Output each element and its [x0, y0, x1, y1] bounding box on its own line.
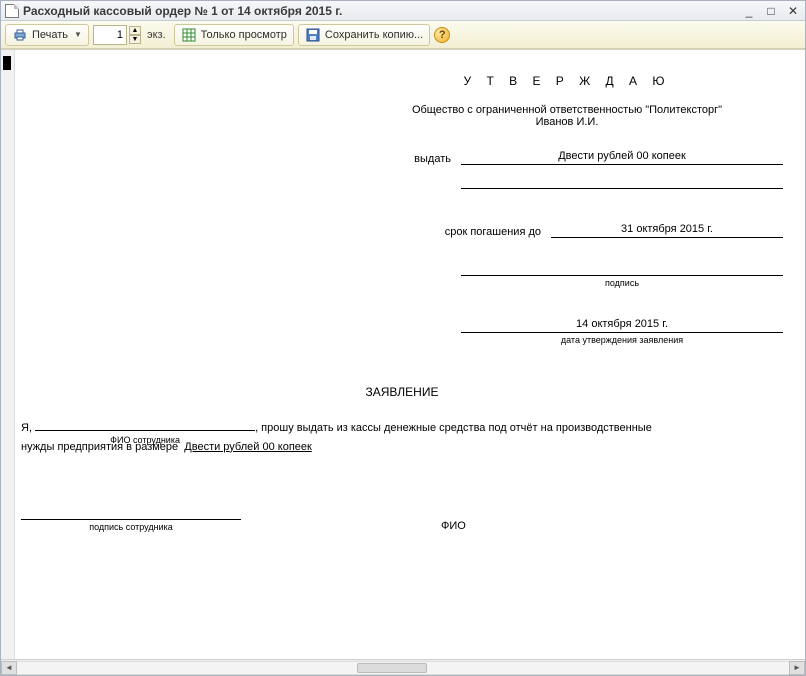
employee-signature-line: [21, 506, 241, 520]
body-prefix: Я,: [21, 422, 32, 434]
employee-signature-row: подпись сотрудника ФИО: [21, 506, 783, 532]
approval-block: У Т В Е Р Ж Д А Ю Общество с ограниченно…: [351, 74, 783, 345]
copies-stepper: ▲ ▼ экз.: [93, 25, 170, 45]
copies-unit: экз.: [143, 29, 170, 41]
approval-date: 14 октября 2015 г.: [461, 318, 783, 333]
issue-amount: Двести рублей 00 копеек: [461, 150, 783, 165]
help-button[interactable]: ?: [434, 27, 450, 43]
employee-fio-blank: ФИО сотрудника: [35, 419, 255, 431]
body-middle: , прошу выдать из кассы денежные средств…: [255, 422, 652, 434]
scroll-left-button[interactable]: ◄: [1, 661, 17, 675]
dropdown-arrow-icon: ▼: [74, 30, 82, 39]
issue-blank-line: [461, 175, 783, 189]
employee-fio-hint: ФИО сотрудника: [35, 433, 255, 448]
statement-body: Я, ФИО сотрудника , прошу выдать из касс…: [21, 419, 783, 456]
approval-date-hint: дата утверждения заявления: [461, 335, 783, 345]
organization-line-2: Иванов И.И.: [351, 116, 783, 128]
employee-signature-blank: подпись сотрудника: [21, 506, 241, 532]
window-title: Расходный кассовый ордер № 1 от 14 октяб…: [23, 4, 737, 18]
save-icon: [305, 27, 321, 43]
scroll-thumb[interactable]: [357, 663, 427, 673]
signature-block: подпись: [461, 262, 783, 288]
issue-row-2: [351, 175, 783, 189]
horizontal-scrollbar[interactable]: ◄ ►: [1, 659, 805, 675]
toolbar: Печать ▼ ▲ ▼ экз. Только просмотр: [1, 21, 805, 49]
scroll-track[interactable]: [17, 661, 789, 675]
copies-up[interactable]: ▲: [129, 26, 141, 35]
document-icon: [5, 4, 19, 18]
approve-title: У Т В Е Р Ж Д А Ю: [351, 74, 783, 88]
printer-icon: [12, 27, 28, 43]
approval-date-block: 14 октября 2015 г. дата утверждения заяв…: [461, 318, 783, 345]
window-buttons: _ □ ✕: [741, 4, 801, 18]
minimize-button[interactable]: _: [741, 4, 757, 18]
titlebar: Расходный кассовый ордер № 1 от 14 октяб…: [1, 1, 805, 21]
due-date: 31 октября 2015 г.: [551, 223, 783, 238]
signature-hint: подпись: [461, 278, 783, 288]
help-icon: ?: [439, 29, 446, 41]
vertical-ruler: [1, 50, 15, 659]
organization-line-1: Общество с ограниченной ответственностью…: [351, 104, 783, 116]
statement-title: ЗАЯВЛЕНИЕ: [21, 385, 783, 399]
page: У Т В Е Р Ж Д А Ю Общество с ограниченно…: [15, 50, 805, 659]
due-label: срок погашения до: [351, 226, 551, 238]
issue-row: выдать Двести рублей 00 копеек: [351, 150, 783, 165]
scroll-right-button[interactable]: ►: [789, 661, 805, 675]
copies-down[interactable]: ▼: [129, 35, 141, 44]
app-window: Расходный кассовый ордер № 1 от 14 октяб…: [0, 0, 806, 676]
document-area: У Т В Е Р Ж Д А Ю Общество с ограниченно…: [1, 49, 805, 659]
maximize-button[interactable]: □: [763, 4, 779, 18]
print-label: Печать: [32, 29, 68, 41]
issue-label: выдать: [351, 153, 461, 165]
preview-only-button[interactable]: Только просмотр: [174, 24, 294, 46]
copies-input[interactable]: [93, 25, 127, 45]
ruler-caret-icon: [3, 56, 11, 70]
preview-only-label: Только просмотр: [201, 29, 287, 41]
due-row: срок погашения до 31 октября 2015 г.: [351, 223, 783, 238]
save-copy-label: Сохранить копию...: [325, 29, 423, 41]
fio-label: ФИО: [441, 520, 466, 532]
print-button[interactable]: Печать ▼: [5, 24, 89, 46]
signature-line: [461, 262, 783, 276]
table-icon: [181, 27, 197, 43]
close-button[interactable]: ✕: [785, 4, 801, 18]
save-copy-button[interactable]: Сохранить копию...: [298, 24, 430, 46]
copies-spinner: ▲ ▼: [129, 26, 141, 44]
employee-signature-hint: подпись сотрудника: [21, 522, 241, 532]
